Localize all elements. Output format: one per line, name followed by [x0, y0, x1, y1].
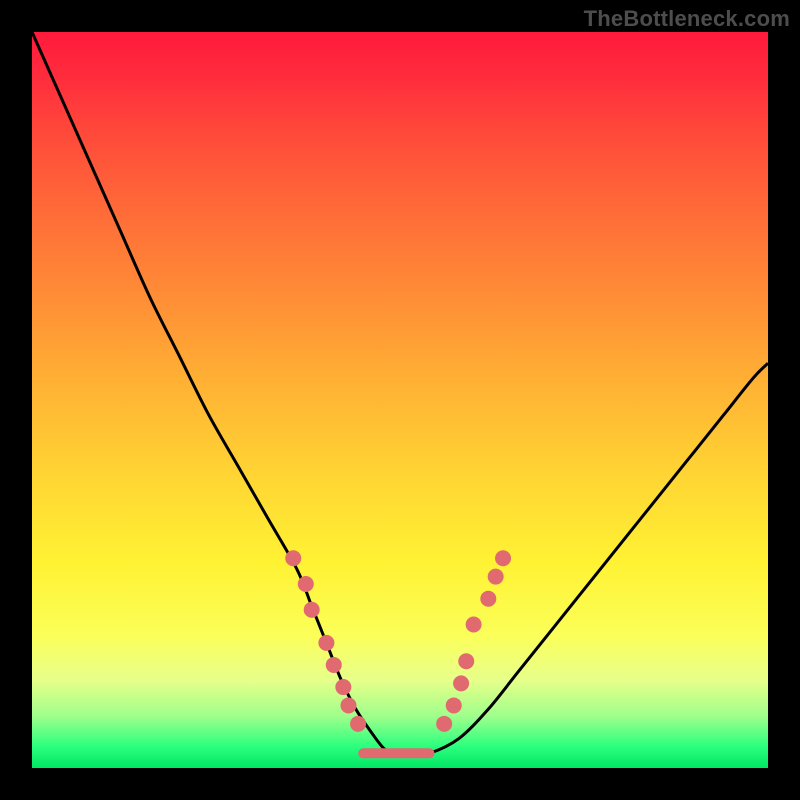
- watermark: TheBottleneck.com: [584, 6, 790, 32]
- marker-dot: [480, 591, 496, 607]
- marker-dot: [335, 679, 351, 695]
- marker-dot: [304, 602, 320, 618]
- marker-dot: [298, 576, 314, 592]
- chart-canvas: TheBottleneck.com: [0, 0, 800, 800]
- marker-dot: [466, 616, 482, 632]
- marker-dot: [318, 635, 334, 651]
- bottleneck-curve: [32, 32, 768, 754]
- marker-dot: [285, 550, 301, 566]
- marker-dots: [285, 550, 511, 732]
- marker-dot: [495, 550, 511, 566]
- marker-dot: [350, 716, 366, 732]
- marker-dot: [340, 697, 356, 713]
- marker-dot: [436, 716, 452, 732]
- plot-area: [32, 32, 768, 768]
- chart-svg: [32, 32, 768, 768]
- marker-dot: [326, 657, 342, 673]
- marker-dot: [453, 675, 469, 691]
- marker-dot: [446, 697, 462, 713]
- marker-dot: [488, 569, 504, 585]
- marker-dot: [458, 653, 474, 669]
